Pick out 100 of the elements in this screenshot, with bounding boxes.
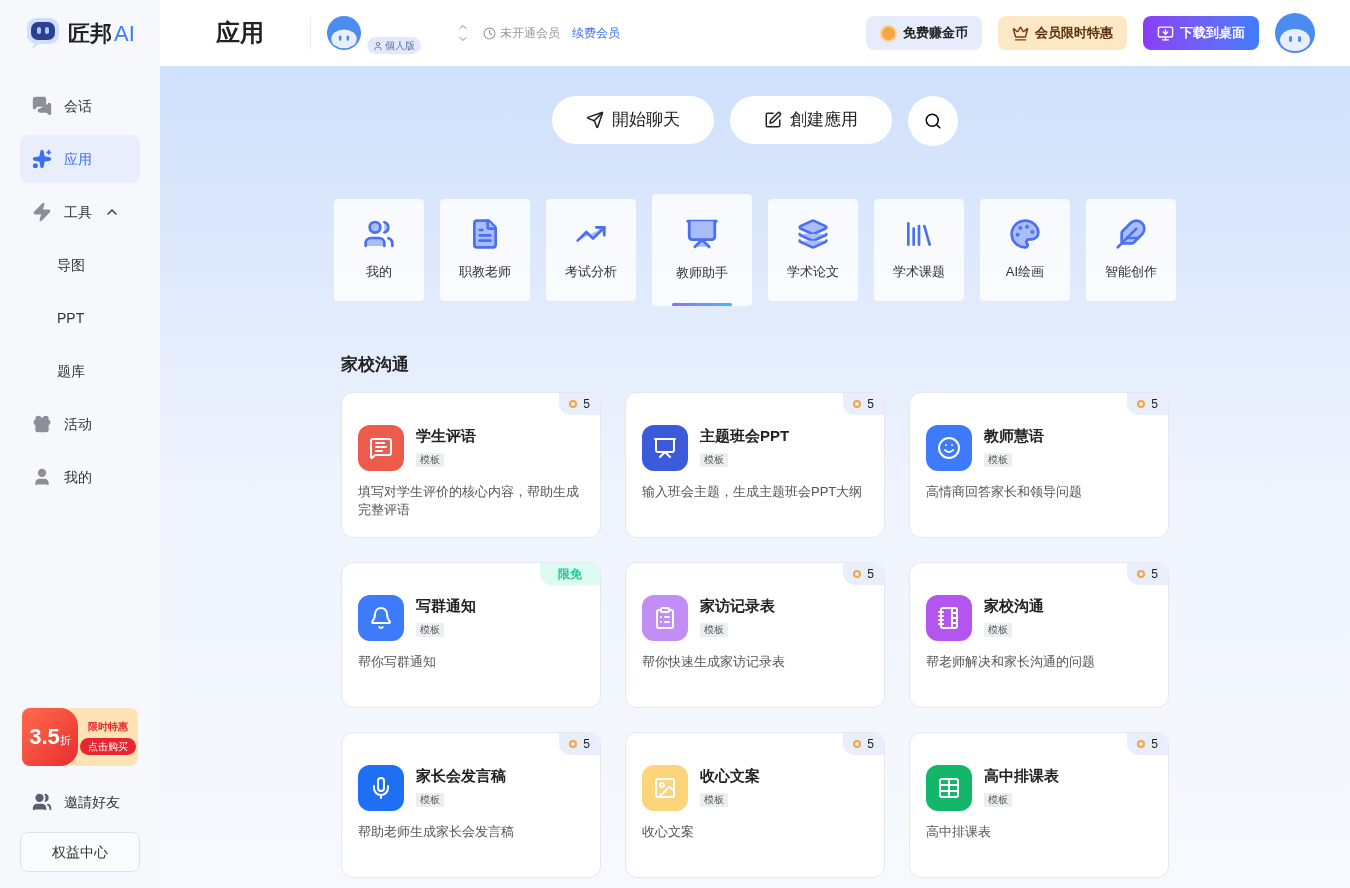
template-tag: 模板 [416, 622, 444, 637]
app-title: 家访记录表 [700, 595, 775, 616]
feather-icon [1115, 218, 1147, 251]
invite-friends[interactable]: 邀請好友 [20, 780, 140, 824]
app-description: 高情商回答家长和领导问题 [926, 482, 1083, 501]
app-card[interactable]: 5 学生评语 模板 填写对学生评价的核心内容，帮助生成完整评语 [341, 391, 601, 538]
buy-button[interactable]: 点击购买 [80, 738, 136, 755]
nav-item[interactable]: 应用 [20, 135, 140, 183]
discount-value: 3.5折 [29, 726, 71, 748]
app-card[interactable]: 5 主题班会PPT 模板 输入班会主题，生成主题班会PPT大纲 [625, 391, 885, 538]
plan-badge: 個人版 [367, 37, 421, 54]
cost-badge: 5 [843, 392, 884, 415]
app-title: 学生评语 [416, 425, 476, 446]
avatar-icon [327, 16, 361, 50]
app-description: 填写对学生评价的核心内容，帮助生成完整评语 [358, 482, 580, 519]
free-badge: 限免 [540, 562, 600, 585]
nav-subitem[interactable]: PPT [20, 294, 140, 342]
user-icon [32, 467, 52, 487]
header-button[interactable]: 会员限时特惠 [998, 16, 1127, 50]
app-description: 帮助老师生成家长会发言稿 [358, 822, 515, 841]
edit-icon [764, 111, 782, 129]
category-tab[interactable]: 考试分析 [546, 199, 636, 301]
sparkle-icon [32, 149, 52, 169]
category-tab[interactable]: 学术论文 [768, 199, 858, 301]
category-tab[interactable]: 学术课题 [874, 199, 964, 301]
category-tab[interactable]: 智能创作 [1086, 199, 1176, 301]
users-icon [32, 792, 52, 812]
smile-icon [937, 435, 961, 460]
palette-icon [1009, 218, 1041, 251]
nav-subitem[interactable]: 题库 [20, 347, 140, 395]
comment-icon [369, 435, 393, 460]
app-card[interactable]: 5 收心文案 模板 收心文案 [625, 731, 885, 878]
app-card[interactable]: 5 家校沟通 模板 帮老师解决和家长沟通的问题 [909, 561, 1169, 708]
image-icon [653, 775, 677, 800]
clock-icon [483, 26, 496, 40]
template-tag: 模板 [416, 452, 444, 467]
cost-badge: 5 [843, 562, 884, 585]
app-description: 收心文案 [642, 822, 695, 841]
app-card[interactable]: 5 教师慧语 模板 高情商回答家长和领导问题 [909, 391, 1169, 538]
nav-item[interactable]: 工具 [20, 188, 140, 236]
category-tab[interactable]: 职教老师 [440, 199, 530, 301]
category-tab[interactable]: AI绘画 [980, 199, 1070, 301]
membership-status: 未开通会员 [500, 25, 560, 42]
clipboard-icon [653, 605, 677, 630]
presentation-icon [653, 435, 677, 460]
cost-badge: 5 [559, 732, 600, 755]
app-title: 主题班会PPT [700, 425, 790, 446]
send-icon [586, 111, 604, 129]
coin-icon [880, 24, 897, 42]
cost-badge: 5 [1127, 392, 1168, 415]
user-icon [373, 40, 383, 51]
app-title: 收心文案 [700, 765, 760, 786]
cost-badge: 5 [559, 392, 600, 415]
benefits-button[interactable]: 权益中心 [20, 832, 140, 872]
nav-item[interactable]: 会话 [20, 82, 140, 130]
app-description: 帮你写群通知 [358, 652, 437, 671]
nav-subitem[interactable]: 导图 [20, 241, 140, 289]
app-description: 帮你快速生成家访记录表 [642, 652, 786, 671]
header-button[interactable]: 免费赚金币 [866, 16, 982, 50]
action-button[interactable]: 開始聊天 [552, 96, 714, 144]
app-title: 家长会发言稿 [416, 765, 506, 786]
template-tag: 模板 [984, 622, 1012, 637]
logo-icon [26, 16, 60, 50]
gift-icon [32, 414, 52, 434]
promo-title: 限时特惠 [88, 720, 128, 734]
search-button[interactable] [908, 96, 958, 146]
template-tag: 模板 [984, 452, 1012, 467]
app-card[interactable]: 5 家长会发言稿 模板 帮助老师生成家长会发言稿 [341, 731, 601, 878]
app-title: 家校沟通 [984, 595, 1044, 616]
section-title: 家校沟通 [341, 354, 410, 376]
template-tag: 模板 [700, 452, 728, 467]
brand-name: 匠邦AI [68, 19, 135, 48]
category-tab[interactable]: 我的 [334, 199, 424, 301]
notebook-icon [937, 605, 961, 630]
app-title: 写群通知 [416, 595, 476, 616]
nav-item[interactable]: 我的 [20, 453, 140, 501]
layers-icon [797, 218, 829, 251]
app-description: 输入班会主题，生成主题班会PPT大纲 [642, 482, 864, 501]
app-description: 高中排课表 [926, 822, 992, 841]
promo-banner[interactable]: 3.5折 限时特惠 点击购买 [22, 708, 138, 766]
category-tab[interactable]: 教师助手 [652, 194, 752, 306]
header-button[interactable]: 下载到桌面 [1143, 16, 1259, 50]
renew-link[interactable]: 续费会员 [572, 24, 620, 42]
app-title: 高中排课表 [984, 765, 1059, 786]
app-card[interactable]: 5 高中排课表 模板 高中排课表 [909, 731, 1169, 878]
action-button[interactable]: 創建應用 [730, 96, 892, 144]
avatar-icon [1275, 13, 1315, 53]
lightning-icon [32, 202, 52, 222]
template-tag: 模板 [416, 792, 444, 807]
cost-badge: 5 [1127, 562, 1168, 585]
chat-icon [32, 96, 52, 116]
app-description: 帮老师解决和家长沟通的问题 [926, 652, 1096, 671]
template-tag: 模板 [700, 792, 728, 807]
crown-icon [1012, 24, 1029, 42]
app-card[interactable]: 5 家访记录表 模板 帮你快速生成家访记录表 [625, 561, 885, 708]
app-card[interactable]: 限免 写群通知 模板 帮你写群通知 [341, 561, 601, 708]
page-title: 应用 [216, 18, 264, 48]
download-icon [1157, 24, 1174, 42]
app-title: 教师慧语 [984, 425, 1044, 446]
nav-item[interactable]: 活动 [20, 400, 140, 448]
